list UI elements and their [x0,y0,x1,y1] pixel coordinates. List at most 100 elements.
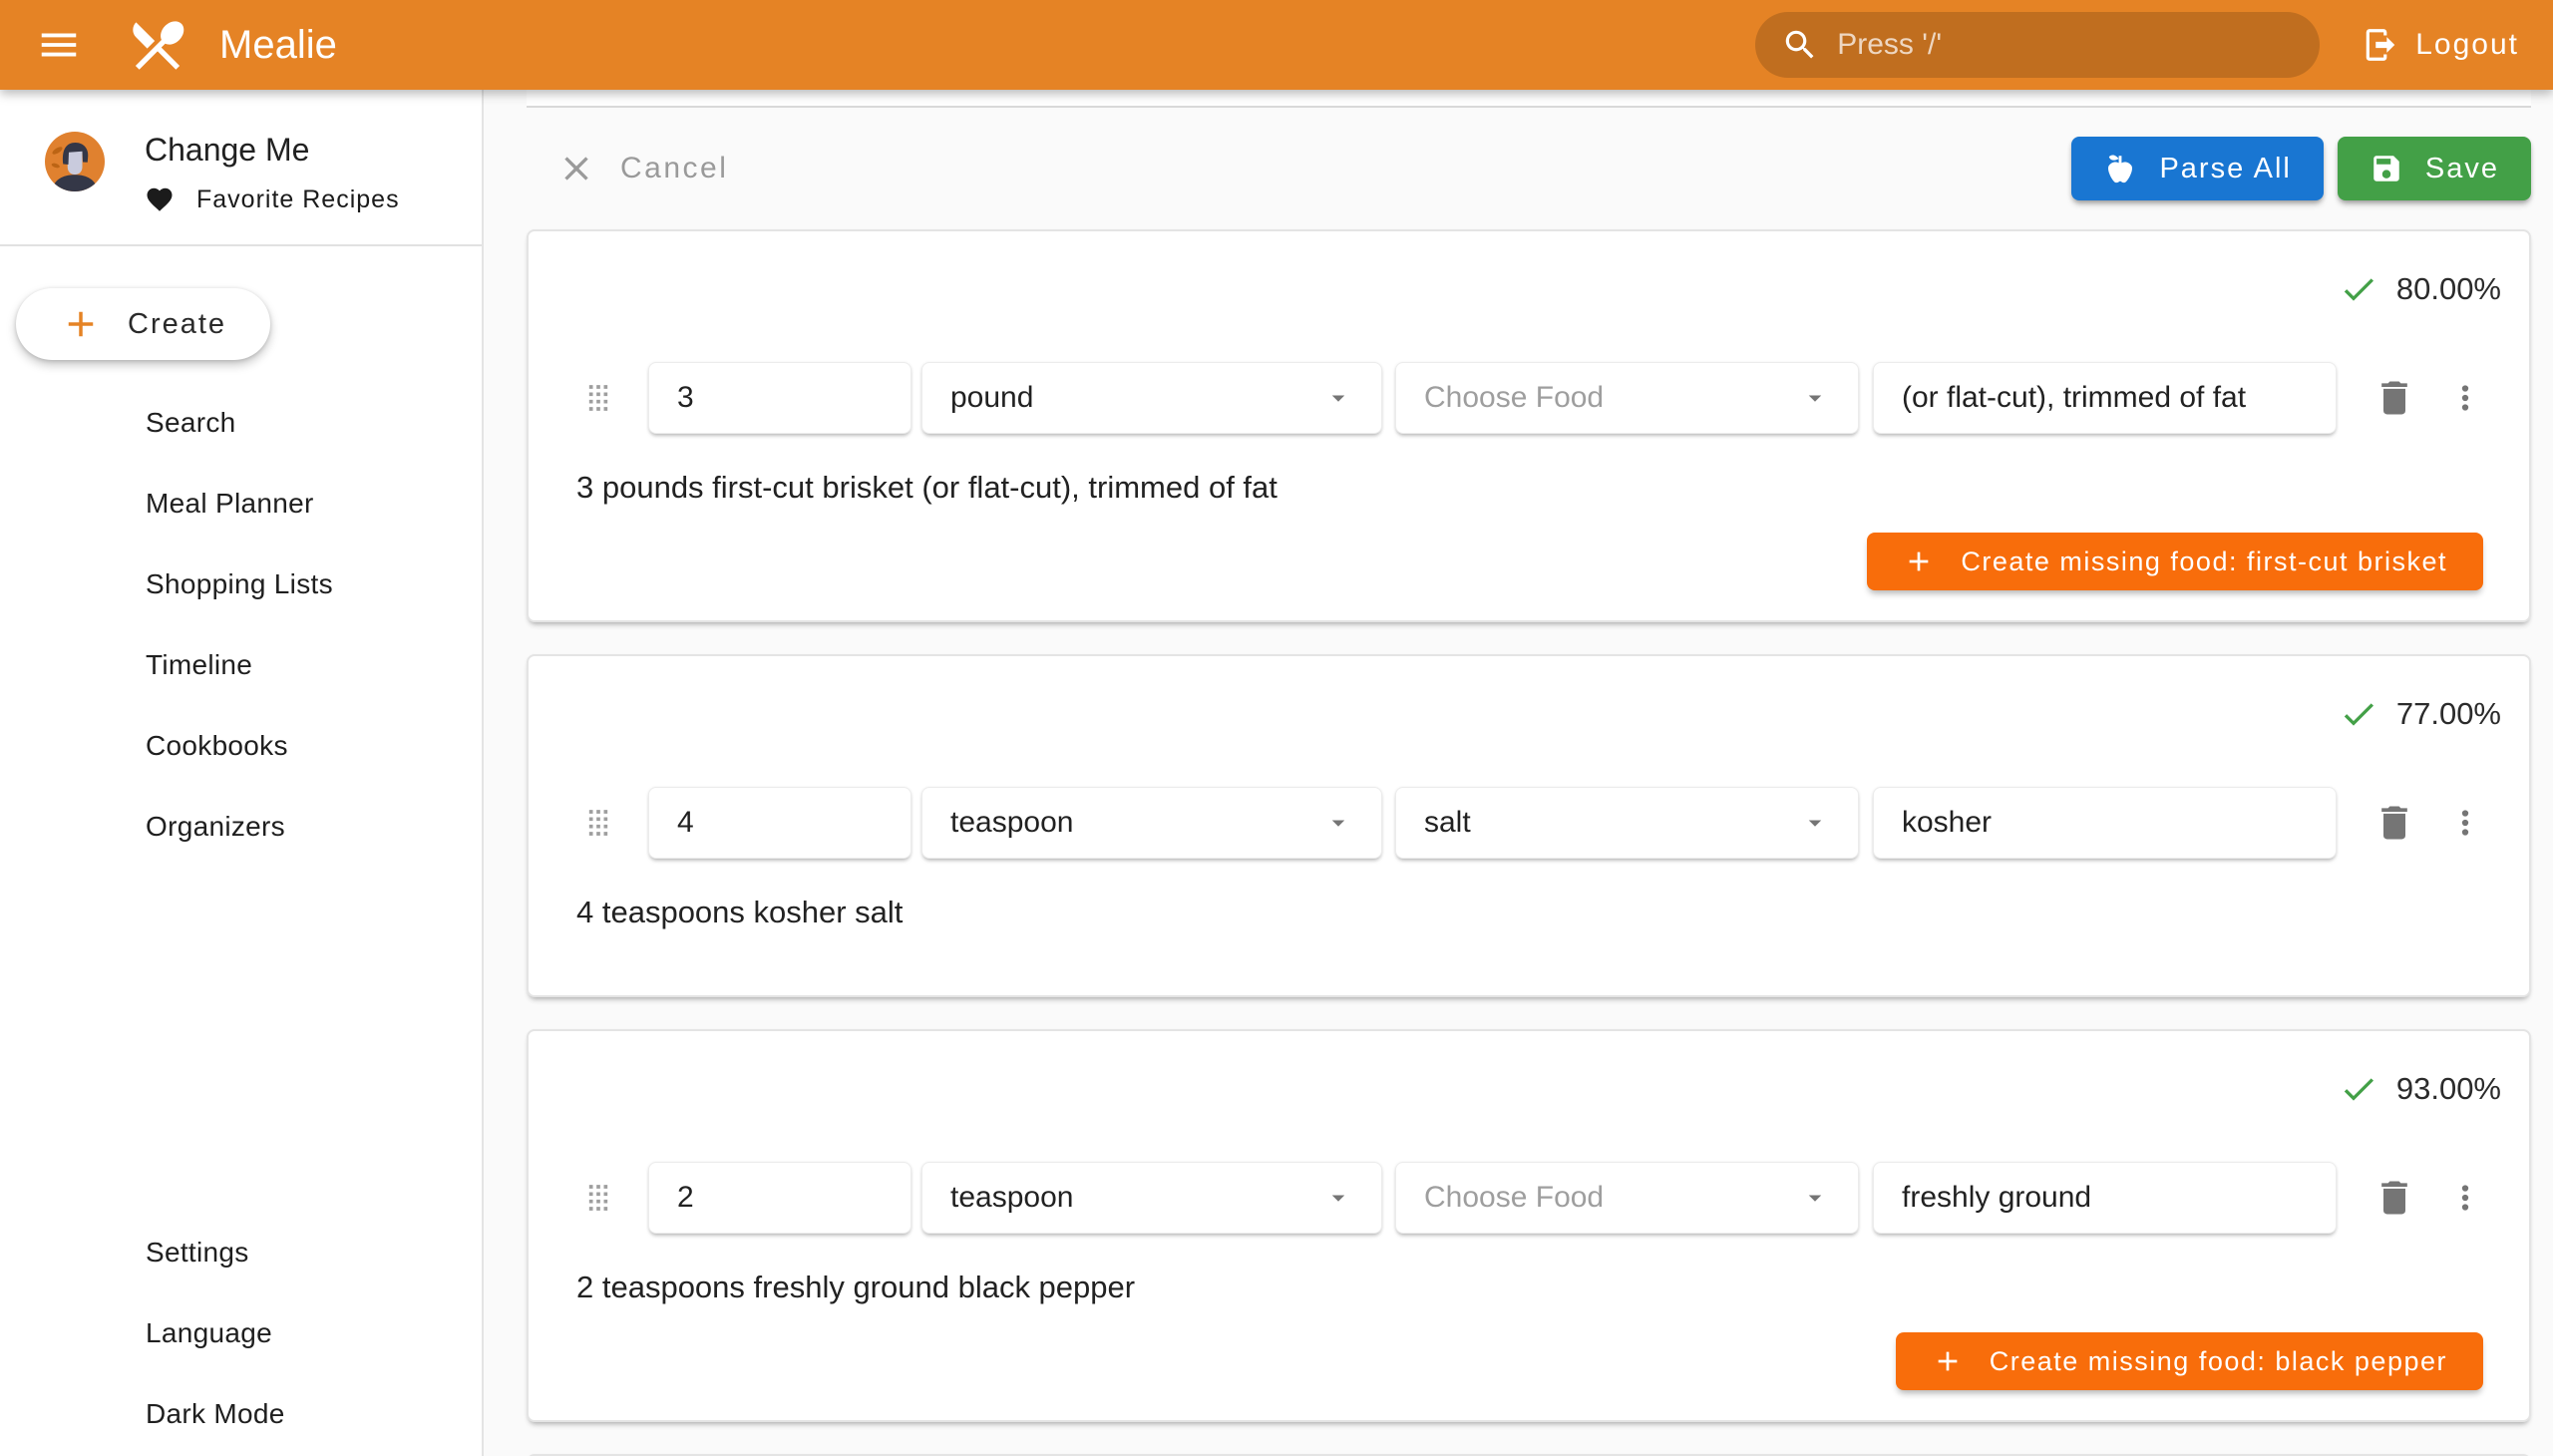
chevron-down-icon [406,809,442,845]
missing-food-row: Create missing food: black pepper [529,1306,2529,1420]
note-input[interactable] [1873,787,2337,859]
confidence-row: 93.00% [529,1067,2529,1111]
apple-icon [2103,152,2137,185]
sidebar-item-shopping-lists[interactable]: Shopping Lists [0,544,482,624]
ingredient-card: 93.00% teaspoon Choose Food 2 teaspoons … [527,1029,2531,1422]
moon-icon [45,1394,85,1434]
cabinet-icon [45,807,85,847]
user-name: Change Me [145,132,400,169]
create-missing-food-button[interactable]: Create missing food: first-cut brisket [1867,533,2483,590]
checklist-icon [45,564,85,604]
delete-button[interactable] [2372,801,2416,845]
magnify-icon [45,403,85,443]
unit-select[interactable]: teaspoon [921,1162,1382,1234]
delete-button[interactable] [2372,1176,2416,1220]
drag-handle-icon[interactable] [576,376,620,420]
check-icon [2339,1069,2378,1109]
sidebar-item-organizers[interactable]: Organizers [0,786,482,867]
dots-vertical-icon [2446,379,2484,417]
sidebar-nav: SearchMeal PlannerShopping ListsTimeline… [0,382,482,867]
ingredient-card: 77.00% teaspoon salt 4 teaspoons kosher … [527,654,2531,997]
plus-icon [1903,546,1935,577]
main-content: Cancel Parse All Save 80.00% pound Choos… [484,90,2553,1456]
missing-food-row: Create missing food: first-cut brisket [529,507,2529,620]
menu-down-icon [1800,808,1830,838]
sidebar-item-settings[interactable]: Settings [0,1212,482,1292]
sidebar-item-timeline[interactable]: Timeline [0,624,482,705]
trash-icon [2372,1176,2416,1220]
original-ingredient-text: 4 teaspoons kosher salt [576,894,2529,931]
drag-handle-icon[interactable] [576,801,620,845]
original-ingredient-text: 2 teaspoons freshly ground black pepper [576,1269,2529,1306]
food-select[interactable]: Choose Food [1395,1162,1859,1234]
create-button[interactable]: Create [16,288,270,360]
user-block[interactable]: Change Me Favorite Recipes [0,90,482,244]
sidebar-item-meal-planner[interactable]: Meal Planner [0,463,482,544]
more-menu-button[interactable] [2446,804,2484,842]
menu-button[interactable] [24,10,94,80]
trash-icon [2372,801,2416,845]
original-ingredient-text: 3 pounds first-cut brisket (or flat-cut)… [576,469,2529,507]
confidence-row: 77.00% [529,692,2529,736]
food-select[interactable]: Choose Food [1395,362,1859,434]
book-open-icon [45,726,85,766]
menu-down-icon [1323,383,1353,413]
quantity-input[interactable] [648,787,912,859]
sidebar-item-dark-mode[interactable]: Dark Mode [0,1373,482,1454]
ingredient-fields-row: teaspoon salt [529,786,2529,860]
confidence-value: 93.00% [2396,1071,2501,1107]
dots-vertical-icon [2446,1179,2484,1217]
plus-icon [1932,1345,1964,1377]
avatar [45,132,105,191]
ingredient-fields-row: teaspoon Choose Food [529,1161,2529,1235]
favorite-recipes-link[interactable]: Favorite Recipes [145,184,400,214]
ingredient-fields-row: pound Choose Food [529,361,2529,435]
quantity-input[interactable] [648,362,912,434]
check-icon [2339,269,2378,309]
note-input[interactable] [1873,1162,2337,1234]
drag-handle-icon[interactable] [576,1176,620,1220]
menu-down-icon [1323,808,1353,838]
menu-down-icon [1800,383,1830,413]
more-menu-button[interactable] [2446,379,2484,417]
global-search[interactable] [1755,12,2320,78]
note-input[interactable] [1873,362,2337,434]
app-title: Mealie [219,23,337,68]
timeline-icon [45,645,85,685]
parse-all-button[interactable]: Parse All [2071,137,2323,200]
heart-icon [145,184,175,214]
search-icon [1781,26,1819,64]
sidebar-bottom-nav: SettingsLanguageDark Mode [0,1212,482,1454]
ingredient-card: 80.00% pound Choose Food 3 pounds first-… [527,229,2531,622]
menu-down-icon [1323,1183,1353,1213]
app-bar: Mealie Logout [0,0,2553,90]
quantity-input[interactable] [648,1162,912,1234]
plus-icon [60,303,102,345]
sidebar-item-cookbooks[interactable]: Cookbooks [0,705,482,786]
sidebar-item-language[interactable]: Language [0,1292,482,1373]
confidence-value: 80.00% [2396,271,2501,307]
sidebar-divider [0,244,482,246]
unit-select[interactable]: teaspoon [921,787,1382,859]
logout-icon [2362,26,2399,64]
delete-button[interactable] [2372,376,2416,420]
food-select[interactable]: salt [1395,787,1859,859]
mealie-logo-icon [126,13,189,77]
create-missing-food-button[interactable]: Create missing food: black pepper [1896,1332,2483,1390]
translate-icon [45,1313,85,1353]
trash-icon [2372,376,2416,420]
hamburger-icon [36,22,82,68]
logout-button[interactable]: Logout [2352,10,2529,80]
check-icon [2339,694,2378,734]
gear-icon [45,1233,85,1273]
save-button[interactable]: Save [2338,137,2531,200]
search-input[interactable] [1837,28,2294,62]
more-menu-button[interactable] [2446,1179,2484,1217]
editor-toolbar: Cancel Parse All Save [527,108,2531,229]
menu-down-icon [1800,1183,1830,1213]
cancel-button[interactable]: Cancel [556,149,728,188]
sidebar: Change Me Favorite Recipes Create Search… [0,90,484,1456]
sidebar-item-search[interactable]: Search [0,382,482,463]
calendar-icon [45,484,85,524]
unit-select[interactable]: pound [921,362,1382,434]
